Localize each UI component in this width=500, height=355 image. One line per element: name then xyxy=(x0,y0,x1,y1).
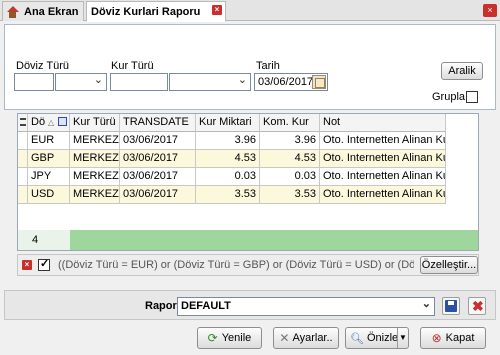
window-close-icon[interactable]: × xyxy=(483,4,497,17)
close-icon: ⊗ xyxy=(431,331,442,345)
close-label: Kapat xyxy=(445,332,475,344)
tab-home-label: Ana Ekran xyxy=(24,5,79,18)
col-header-not[interactable]: Not xyxy=(320,114,446,132)
refresh-button[interactable]: ⟳ Yenile xyxy=(197,327,262,349)
col-header-doviz[interactable]: Dö △ xyxy=(28,114,70,132)
col-header-kom-kur-label: Kom. Kur xyxy=(263,116,309,128)
col-header-transdate-label: TRANSDATE xyxy=(123,116,189,128)
cell-not: Oto. Internetten Alinan Kur xyxy=(320,186,446,204)
refresh-icon: ⟳ xyxy=(207,331,218,345)
close-button[interactable]: ⊗ Kapat xyxy=(420,327,486,349)
cell-not: Oto. Internetten Alinan Kur xyxy=(320,150,446,168)
col-header-doviz-label: Dö xyxy=(31,116,46,128)
save-report-button[interactable] xyxy=(442,297,460,315)
report-label: Rapor xyxy=(145,300,177,312)
kur-turu-code-field[interactable] xyxy=(110,73,168,91)
customize-filter-button[interactable]: Özelleştir... xyxy=(420,256,478,274)
preview-label: Önizle xyxy=(366,332,399,344)
tab-home[interactable]: Ana Ekran xyxy=(2,1,84,21)
cell-kur-turu: MERKEZ xyxy=(70,150,120,168)
col-header-kur-miktari[interactable]: Kur Miktari xyxy=(196,114,260,132)
cell-transdate: 03/06/2017 xyxy=(120,168,196,186)
sort-asc-icon: △ xyxy=(48,118,55,127)
cell-kom-kur: 4.53 xyxy=(260,150,320,168)
report-selected-value: DEFAULT xyxy=(181,300,231,312)
grupla-label: Grupla xyxy=(432,91,466,103)
filter-panel xyxy=(4,24,496,110)
cell-doviz: USD xyxy=(28,186,70,204)
cell-kom-kur: 0.03 xyxy=(260,168,320,186)
customize-filter-label: Özelleştir... xyxy=(421,259,477,271)
tab-active-label: Döviz Kurlari Raporu xyxy=(91,5,201,18)
cell-doviz: JPY xyxy=(28,168,70,186)
cell-not: Oto. Internetten Alinan Kur xyxy=(320,132,446,150)
filter-bar: × ✓ ((Döviz Türü = EUR) or (Döviz Türü =… xyxy=(17,254,479,276)
tarih-label: Tarih xyxy=(256,60,280,72)
row-indicator xyxy=(18,168,28,186)
col-header-kom-kur[interactable]: Kom. Kur xyxy=(260,114,320,132)
col-header-not-label: Not xyxy=(323,116,341,128)
col-header-kur-turu-label: Kur Türü xyxy=(73,116,116,128)
home-icon xyxy=(6,5,19,18)
cell-kur-turu: MERKEZ xyxy=(70,186,120,204)
settings-button[interactable]: ✕ Ayarlar.. xyxy=(273,327,339,349)
row-indicator xyxy=(18,186,28,204)
refresh-label: Yenile xyxy=(221,332,252,344)
cell-transdate: 03/06/2017 xyxy=(120,132,196,150)
cell-doviz: EUR xyxy=(28,132,70,150)
cell-kur-miktari: 4.53 xyxy=(196,150,260,168)
delete-icon: ✖ xyxy=(472,298,484,314)
kur-turu-combo[interactable] xyxy=(169,72,251,91)
filter-expression[interactable]: ((Döviz Türü = EUR) or (Döviz Türü = GBP… xyxy=(58,259,414,271)
cell-kom-kur: 3.53 xyxy=(260,186,320,204)
table-row[interactable]: EUR MERKEZ 03/06/2017 3.96 3.96 Oto. Int… xyxy=(18,132,478,150)
grid-footer: 4 xyxy=(18,230,478,250)
settings-label: Ayarlar.. xyxy=(292,332,333,344)
cell-kom-kur: 3.96 xyxy=(260,132,320,150)
data-grid: Dö △ Kur Türü TRANSDATE Kur Miktari Kom.… xyxy=(17,113,479,251)
filter-icon[interactable] xyxy=(58,117,67,126)
preview-dropdown-icon[interactable]: ▼ xyxy=(397,328,408,348)
aralik-button-label: Aralik xyxy=(448,65,476,77)
cell-transdate: 03/06/2017 xyxy=(120,186,196,204)
doviz-turu-combo[interactable] xyxy=(55,72,107,91)
tarih-date-field[interactable]: 03/06/2017 xyxy=(254,73,328,91)
row-indicator xyxy=(18,150,28,168)
cell-kur-miktari: 3.53 xyxy=(196,186,260,204)
cell-kur-miktari: 3.96 xyxy=(196,132,260,150)
table-row[interactable]: GBP MERKEZ 03/06/2017 4.53 4.53 Oto. Int… xyxy=(18,150,478,168)
grupla-checkbox[interactable] xyxy=(466,91,478,103)
row-count: 4 xyxy=(18,230,70,250)
doviz-turu-label: Döviz Türü xyxy=(16,60,69,72)
table-row[interactable]: JPY MERKEZ 03/06/2017 0.03 0.03 Oto. Int… xyxy=(18,168,478,186)
tab-close-icon[interactable]: × xyxy=(212,5,222,15)
row-indicator xyxy=(18,132,28,150)
cell-doviz: GBP xyxy=(28,150,70,168)
cell-kur-miktari: 0.03 xyxy=(196,168,260,186)
cell-kur-turu: MERKEZ xyxy=(70,132,120,150)
tarih-value: 03/06/2017 xyxy=(258,76,314,88)
grid-header: Dö △ Kur Türü TRANSDATE Kur Miktari Kom.… xyxy=(18,114,478,132)
report-select[interactable]: DEFAULT xyxy=(177,296,435,316)
magnifier-icon: 🔍︎ xyxy=(350,332,364,345)
calendar-icon[interactable] xyxy=(312,75,326,89)
cell-transdate: 03/06/2017 xyxy=(120,150,196,168)
clear-filter-icon[interactable]: × xyxy=(22,260,32,270)
grid-menu-icon[interactable] xyxy=(18,114,28,132)
col-header-kur-turu[interactable]: Kur Türü xyxy=(70,114,120,132)
doviz-turu-code-field[interactable] xyxy=(14,73,54,91)
col-header-kur-miktari-label: Kur Miktari xyxy=(199,116,252,128)
tab-doviz-kurlari-raporu[interactable]: Döviz Kurlari Raporu xyxy=(86,1,226,22)
wrench-icon: ✕ xyxy=(279,331,290,345)
preview-button[interactable]: 🔍︎ Önizle ▼ xyxy=(345,327,409,349)
kur-turu-label: Kur Türü xyxy=(111,60,154,72)
filter-enabled-checkbox[interactable]: ✓ xyxy=(38,258,50,271)
col-header-transdate[interactable]: TRANSDATE xyxy=(120,114,196,132)
table-row[interactable]: USD MERKEZ 03/06/2017 3.53 3.53 Oto. Int… xyxy=(18,186,478,204)
aralik-button[interactable]: Aralik xyxy=(441,62,483,80)
cell-kur-turu: MERKEZ xyxy=(70,168,120,186)
delete-report-button[interactable]: ✖ xyxy=(468,297,486,315)
cell-not: Oto. Internetten Alinan Kur xyxy=(320,168,446,186)
